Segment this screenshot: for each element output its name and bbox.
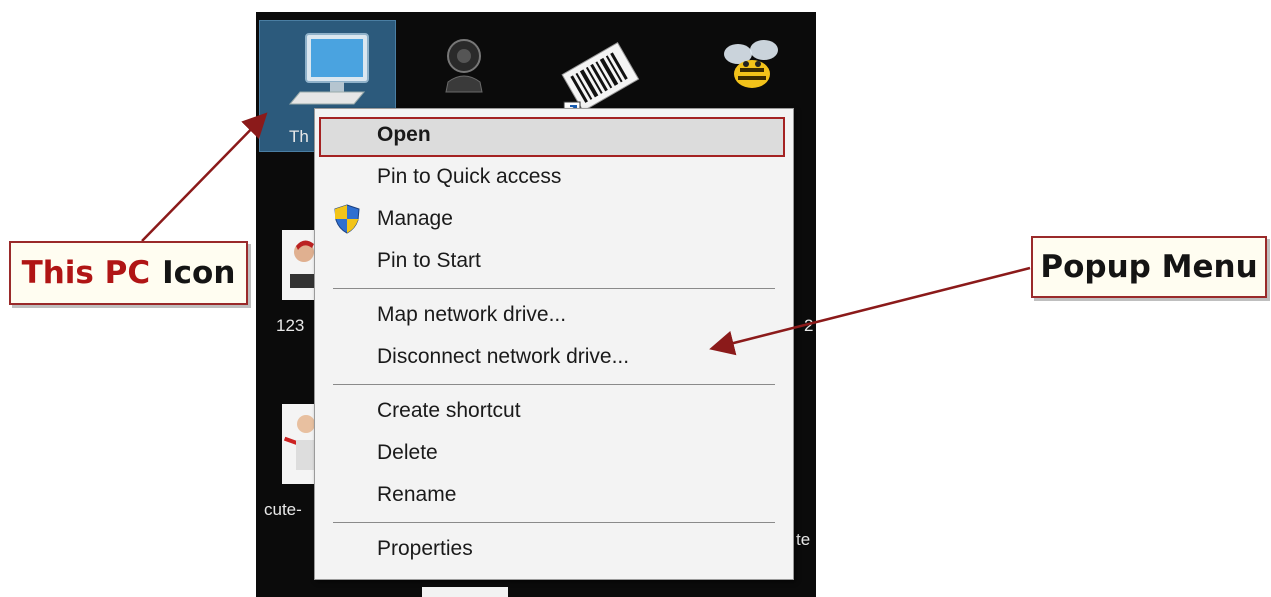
this-pc-label: Th <box>289 127 309 146</box>
menu-item-rename[interactable]: Rename <box>377 483 456 507</box>
callout-this-pc-text: This PC <box>21 255 151 291</box>
menu-item-open[interactable]: Open <box>377 123 431 147</box>
popup-context-menu: Open Pin to Quick access Manage Pin to S… <box>314 108 794 580</box>
user-icon-2-label: cute- <box>264 500 302 519</box>
menu-item-manage[interactable]: Manage <box>377 207 453 231</box>
this-pc-arrow <box>141 112 268 242</box>
menu-item-delete[interactable]: Delete <box>377 441 438 465</box>
menu-item-map-network-drive[interactable]: Map network drive... <box>377 303 566 327</box>
menu-item-disconnect-network-drive[interactable]: Disconnect network drive... <box>377 345 629 369</box>
menu-item-properties[interactable]: Properties <box>377 537 473 561</box>
popup-menu-callout: Popup Menu <box>1031 236 1267 298</box>
this-pc-icon[interactable] <box>284 30 372 112</box>
this-pc-icon-callout: This PC Icon <box>9 241 248 305</box>
bee-icon[interactable] <box>718 34 788 100</box>
menu-item-create-shortcut[interactable]: Create shortcut <box>377 399 521 423</box>
uac-shield-icon <box>333 204 361 239</box>
menu-item-pin-quick-access[interactable]: Pin to Quick access <box>377 165 561 189</box>
menu-separator <box>333 522 775 523</box>
webcam-icon[interactable] <box>436 34 496 104</box>
callout-popup-menu-text: Popup Menu <box>1040 249 1258 285</box>
desktop-right-label-2: te <box>796 530 811 549</box>
menu-separator <box>333 288 775 289</box>
menu-separator <box>333 384 775 385</box>
desktop-right-label-1: 2 <box>804 316 814 335</box>
callout-icon-text: Icon <box>162 255 236 291</box>
menu-item-pin-to-start[interactable]: Pin to Start <box>377 249 481 273</box>
user-icon-1-label: 123 <box>276 316 305 335</box>
taskbar-fragment <box>422 587 508 597</box>
